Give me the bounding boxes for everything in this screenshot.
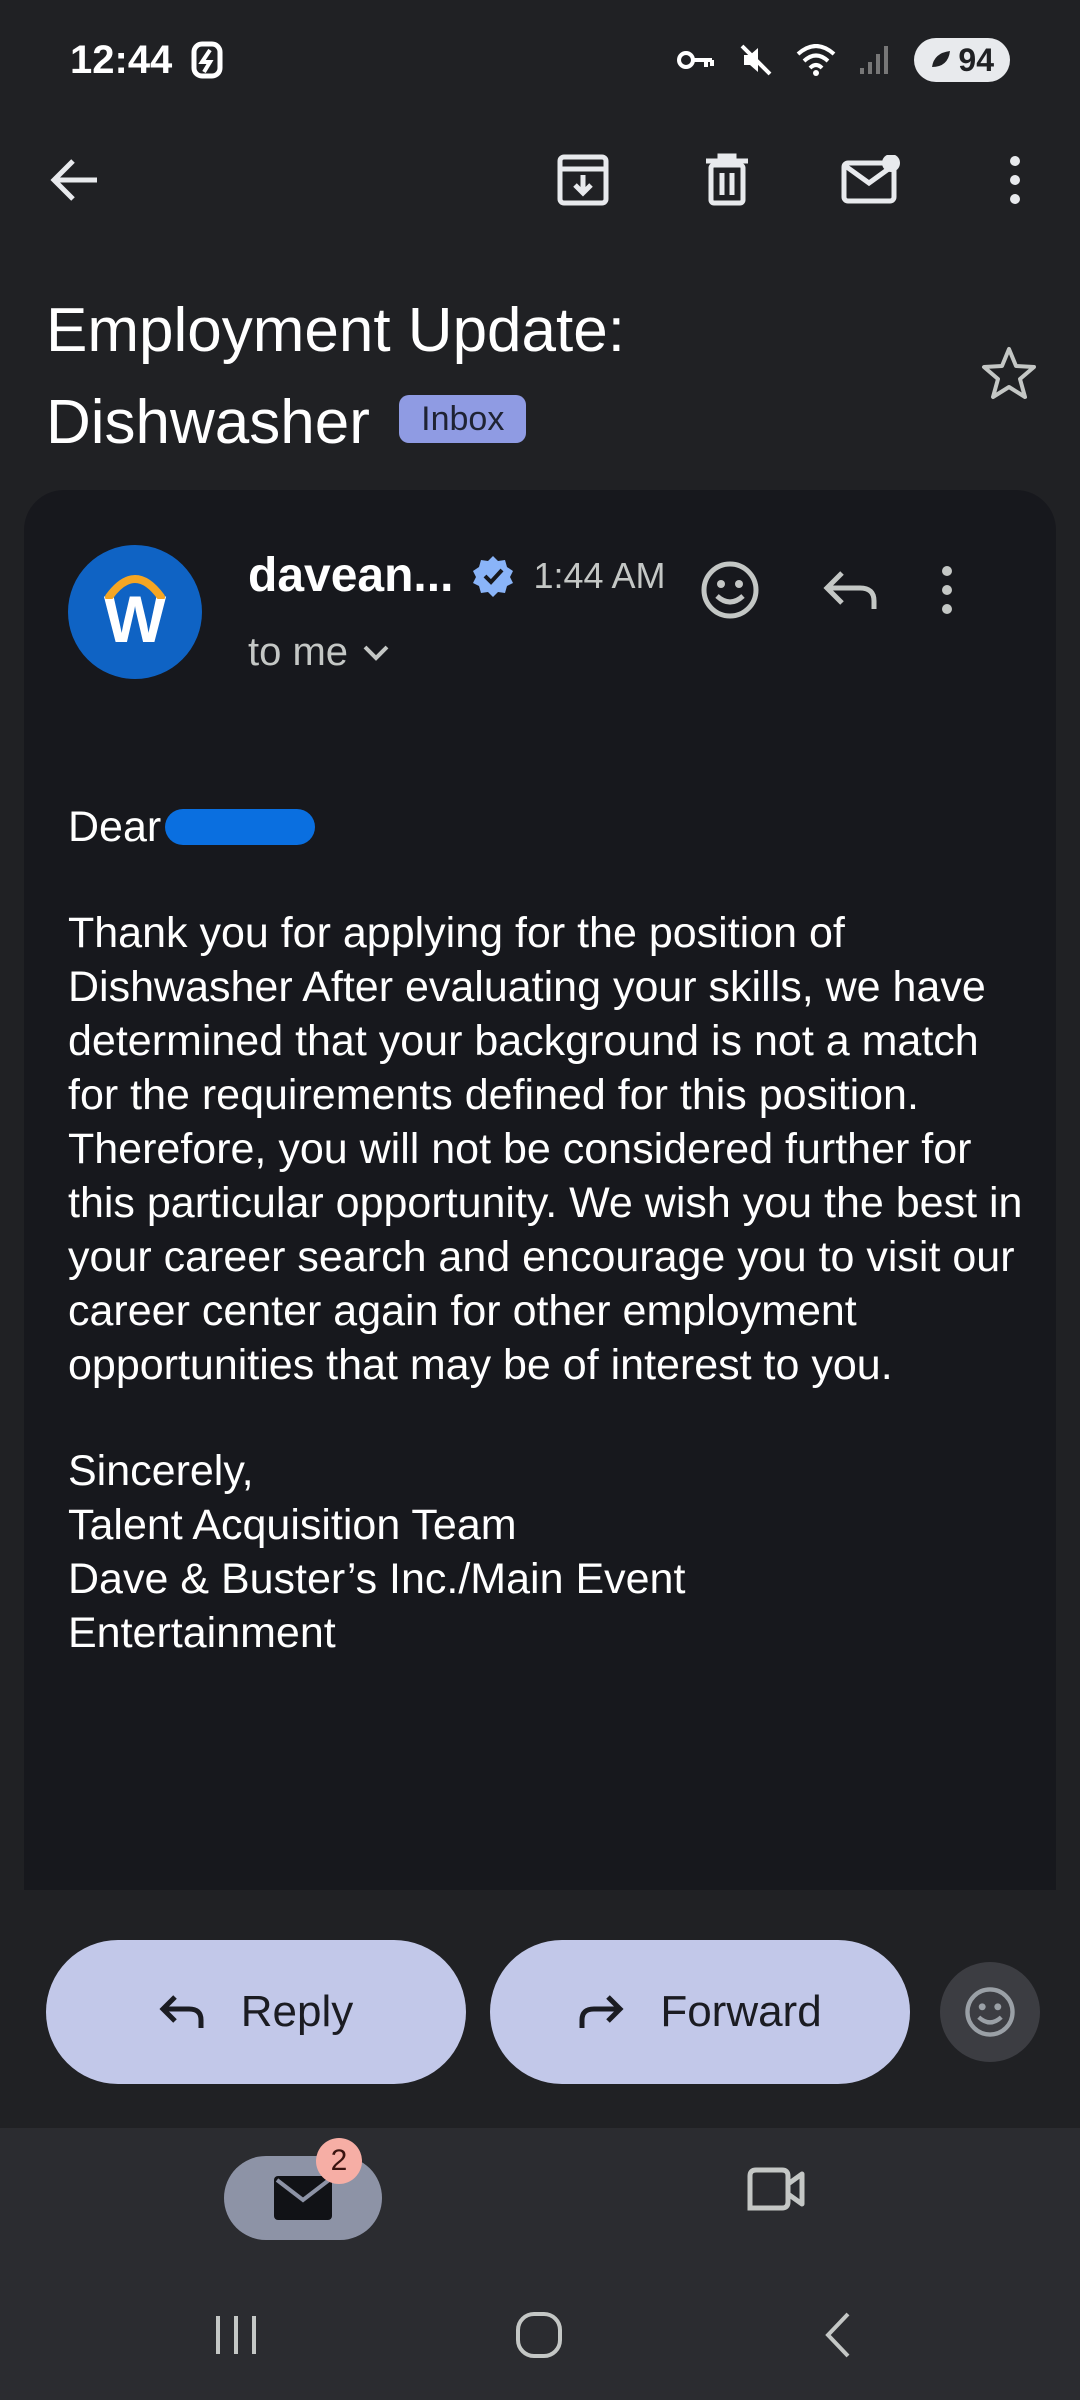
star-icon [982,347,1036,399]
system-navigation [0,2278,1080,2400]
delete-button[interactable] [692,145,762,215]
more-options-button[interactable] [980,145,1050,215]
signoff: Sincerely, [68,1447,254,1495]
email-time: 1:44 AM [533,554,666,596]
body-paragraph: Thank you for applying for the position … [68,909,1023,1389]
inbox-label[interactable]: Inbox [399,394,527,443]
sender-avatar[interactable]: W [68,545,202,679]
home-icon [516,2312,562,2358]
recipient-toggle[interactable]: to me [248,630,390,675]
back-button[interactable] [40,145,110,215]
wifi-icon [797,44,836,76]
video-icon [747,2167,805,2211]
reply-icon-button[interactable] [822,569,878,616]
mark-unread-icon [841,155,900,204]
system-back-button[interactable] [820,2310,854,2365]
signature-line: Talent Acquisition Team [68,1501,517,1549]
message-more-button[interactable] [940,565,954,620]
sender-row: davean... 1:44 AM [248,548,666,603]
recent-apps-button[interactable] [212,2310,260,2365]
email-body: Dear Thank you for applying for the posi… [68,800,1028,1660]
battery-saver-icon [932,51,951,67]
reply-button[interactable]: Reply [46,1940,466,2084]
reply-icon [159,1995,204,2028]
chevron-down-icon [363,645,389,661]
reply-label: Reply [240,1987,354,2036]
subject-text: Employment Update: Dishwasher [46,296,625,457]
home-button[interactable] [514,2310,564,2365]
signature-line: Entertainment [68,1609,336,1657]
back-chevron-icon [825,2312,850,2358]
react-button[interactable] [940,1962,1040,2062]
more-vert-icon [942,566,952,614]
meet-tab[interactable] [746,2166,806,2217]
emoji-icon [701,561,759,619]
emoji-icon [965,1987,1015,2037]
more-vert-icon [1010,156,1020,204]
verified-icon [473,555,514,597]
mute-icon [740,44,772,76]
signal-icon [860,46,889,74]
avatar-arc-icon [105,575,165,599]
archive-button[interactable] [548,145,618,215]
signature-line: Dave & Buster’s Inc./Main Event [68,1555,686,1603]
status-time: 12:44 [70,37,173,82]
mark-unread-button[interactable] [836,145,906,215]
reply-actions: Reply Forward [46,1940,1046,2084]
reply-icon [823,571,877,609]
top-app-bar [0,120,1080,240]
redacted-name [165,809,316,845]
greeting: Dear [68,803,162,851]
vpn-key-icon [677,51,715,69]
forward-icon [579,1995,624,2028]
star-button[interactable] [980,345,1038,406]
trash-icon [706,153,748,206]
back-arrow-icon [50,159,97,201]
sender-name[interactable]: davean... [248,548,453,603]
app-notification-icon [191,41,223,79]
bottom-navigation: 2 [0,2128,1080,2278]
add-reaction-button[interactable] [700,560,760,625]
mail-badge: 2 [316,2138,362,2184]
mail-icon [274,2176,332,2220]
message-actions [700,560,954,625]
recipient-text: to me [248,630,349,674]
forward-button[interactable]: Forward [490,1940,910,2084]
battery-indicator: 94 [914,38,1010,82]
forward-label: Forward [660,1987,822,2036]
archive-icon [557,154,609,206]
mail-tab[interactable]: 2 [224,2138,382,2240]
battery-level: 94 [958,41,994,78]
email-subject: Employment Update: Dishwasher Inbox [46,285,966,469]
recents-icon [216,2316,256,2354]
status-bar: 12:44 94 [0,0,1080,120]
